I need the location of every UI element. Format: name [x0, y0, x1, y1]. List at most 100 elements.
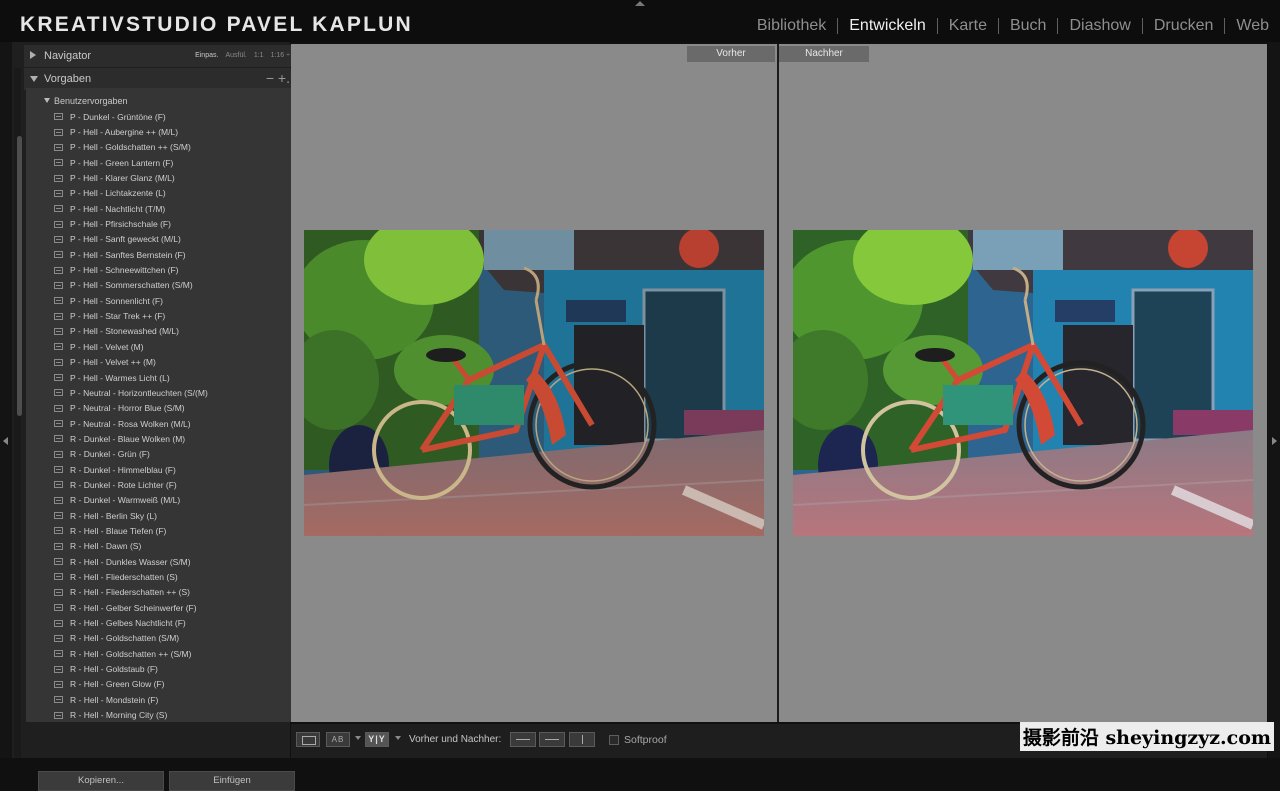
presets-header[interactable]: Vorgaben − +. [24, 68, 296, 90]
preset-item[interactable]: R - Hell - Morning City (S) [54, 707, 208, 722]
preset-item[interactable]: R - Dunkel - Warmweiß (M/L) [54, 493, 208, 508]
preset-item[interactable]: R - Hell - Blaue Tiefen (F) [54, 523, 208, 538]
preset-item[interactable]: P - Hell - Klarer Glanz (M/L) [54, 170, 208, 185]
preset-item[interactable]: P - Hell - Sanftes Bernstein (F) [54, 247, 208, 262]
loupe-view-button[interactable] [296, 732, 320, 747]
softproof-checkbox[interactable] [609, 735, 619, 745]
module-buch[interactable]: Buch [999, 17, 1057, 35]
preset-icon [54, 281, 63, 289]
preset-folder-benutzervorgaben[interactable]: Benutzervorgaben [44, 96, 128, 106]
preset-item[interactable]: R - Hell - Goldschatten (S/M) [54, 631, 208, 646]
preset-item[interactable]: R - Hell - Gelber Scheinwerfer (F) [54, 600, 208, 615]
preset-item[interactable]: R - Hell - Fliederschatten (S) [54, 569, 208, 584]
preset-icon [54, 711, 63, 719]
view-mode-dropdown-icon[interactable] [355, 736, 361, 740]
module-web[interactable]: Web [1225, 17, 1280, 35]
preset-item[interactable]: R - Hell - Green Glow (F) [54, 677, 208, 692]
remove-preset-button[interactable]: − [266, 70, 274, 86]
panel-scrollbar[interactable] [14, 68, 22, 758]
before-view: Vorher [291, 44, 777, 722]
preset-item[interactable]: P - Hell - Sanft geweckt (M/L) [54, 232, 208, 247]
preset-item[interactable]: R - Dunkel - Grün (F) [54, 447, 208, 462]
add-preset-button[interactable]: +. [278, 70, 290, 86]
zoom-1-1[interactable]: 1:1 [254, 52, 264, 59]
preset-item[interactable]: R - Hell - Dawn (S) [54, 539, 208, 554]
preset-icon [54, 604, 63, 612]
after-view: Nachher [779, 44, 1267, 722]
preset-icon [54, 174, 63, 182]
preset-item[interactable]: P - Hell - Nachtlicht (T/M) [54, 201, 208, 216]
preset-item[interactable]: R - Hell - Fliederschatten ++ (S) [54, 585, 208, 600]
preset-item[interactable]: P - Hell - Aubergine ++ (M/L) [54, 124, 208, 139]
split-mode-dropdown-icon[interactable] [395, 736, 401, 740]
preset-item[interactable]: R - Hell - Gelbes Nachtlicht (F) [54, 615, 208, 630]
preset-icon [54, 327, 63, 335]
collapse-top-panel-icon[interactable] [635, 1, 645, 6]
zoom-custom[interactable]: 1:16 ÷ [271, 52, 290, 59]
preset-item[interactable]: P - Hell - Green Lantern (F) [54, 155, 208, 170]
preset-item[interactable]: R - Hell - Mondstein (F) [54, 692, 208, 707]
module-karte[interactable]: Karte [938, 17, 998, 35]
collapse-left-panel-icon[interactable] [3, 437, 8, 445]
copy-after-to-before-button[interactable] [539, 732, 565, 747]
before-after-label: Vorher und Nachher: [409, 734, 502, 745]
swap-before-after-button[interactable] [569, 732, 595, 747]
preset-label: R - Dunkel - Grün (F) [70, 449, 150, 460]
preset-icon [54, 205, 63, 213]
copy-before-to-after-button[interactable] [510, 732, 536, 747]
preset-item[interactable]: P - Hell - Star Trek ++ (F) [54, 308, 208, 323]
preset-item[interactable]: R - Hell - Goldstaub (F) [54, 661, 208, 676]
preset-item[interactable]: P - Hell - Sommerschatten (S/M) [54, 278, 208, 293]
preset-item[interactable]: P - Hell - Velvet (M) [54, 339, 208, 354]
preset-item[interactable]: R - Hell - Berlin Sky (L) [54, 508, 208, 523]
preset-item[interactable]: P - Hell - Warmes Licht (L) [54, 370, 208, 385]
zoom-fit[interactable]: Einpas. [195, 52, 218, 59]
preset-item[interactable]: P - Neutral - Horizontleuchten (S/(M) [54, 385, 208, 400]
panel-scrollbar-thumb[interactable] [17, 136, 22, 416]
preset-item[interactable]: P - Neutral - Horror Blue (S/M) [54, 401, 208, 416]
bicycle-photo-before[interactable] [304, 230, 764, 536]
preset-label: R - Hell - Goldstaub (F) [70, 664, 158, 675]
preset-label: P - Hell - Velvet ++ (M) [70, 357, 156, 368]
preset-label: R - Hell - Fliederschatten ++ (S) [70, 587, 190, 598]
preset-item[interactable]: P - Hell - Stonewashed (M/L) [54, 324, 208, 339]
preset-label: R - Dunkel - Blaue Wolken (M) [70, 433, 186, 444]
copy-settings-button[interactable]: Kopieren... [38, 771, 164, 791]
expand-right-panel-icon[interactable] [1272, 437, 1277, 445]
before-after-split-button[interactable]: Y|Y [365, 732, 389, 747]
preset-item[interactable]: P - Hell - Velvet ++ (M) [54, 355, 208, 370]
preset-item[interactable]: R - Dunkel - Rote Lichter (F) [54, 477, 208, 492]
preset-item[interactable]: P - Hell - Pfirsichschale (F) [54, 216, 208, 231]
preset-label: R - Dunkel - Himmelblau (F) [70, 464, 176, 475]
zoom-fill[interactable]: Ausfül. [225, 52, 246, 59]
preset-item[interactable]: P - Hell - Schneewittchen (F) [54, 262, 208, 277]
module-drucken[interactable]: Drucken [1143, 17, 1225, 35]
preset-item[interactable]: P - Hell - Sonnenlicht (F) [54, 293, 208, 308]
preset-item[interactable]: P - Dunkel - Grüntöne (F) [54, 109, 208, 124]
navigator-zoom-options: Einpas. Ausfül. 1:1 1:16 ÷ [195, 52, 290, 59]
paste-settings-button[interactable]: Einfügen [169, 771, 295, 791]
preset-label: P - Neutral - Horizontleuchten (S/(M) [70, 387, 208, 398]
preset-icon [54, 312, 63, 320]
navigator-header[interactable]: Navigator Einpas. Ausfül. 1:1 1:16 ÷ [24, 45, 296, 67]
module-bibliothek[interactable]: Bibliothek [746, 17, 837, 35]
preset-item[interactable]: R - Hell - Goldschatten ++ (S/M) [54, 646, 208, 661]
left-panel-edge [0, 42, 12, 758]
preset-item[interactable]: P - Neutral - Rosa Wolken (M/L) [54, 416, 208, 431]
module-picker: Bibliothek Entwickeln Karte Buch Diashow… [746, 17, 1280, 35]
navigator-title: Navigator [44, 50, 92, 62]
preset-item[interactable]: R - Hell - Dunkles Wasser (S/M) [54, 554, 208, 569]
preset-item[interactable]: R - Dunkel - Himmelblau (F) [54, 462, 208, 477]
preset-label: P - Dunkel - Grüntöne (F) [70, 111, 166, 122]
preset-icon [54, 389, 63, 397]
bicycle-photo-after[interactable] [793, 230, 1253, 536]
preset-icon [54, 450, 63, 458]
module-diashow[interactable]: Diashow [1058, 17, 1141, 35]
preset-item[interactable]: R - Dunkel - Blaue Wolken (M) [54, 431, 208, 446]
module-entwickeln[interactable]: Entwickeln [838, 17, 936, 35]
preset-item[interactable]: P - Hell - Goldschatten ++ (S/M) [54, 140, 208, 155]
before-after-left-right-button[interactable]: AB [326, 732, 350, 747]
preset-icon [54, 634, 63, 642]
preset-item[interactable]: P - Hell - Lichtakzente (L) [54, 186, 208, 201]
collapse-triangle-icon [30, 76, 38, 82]
